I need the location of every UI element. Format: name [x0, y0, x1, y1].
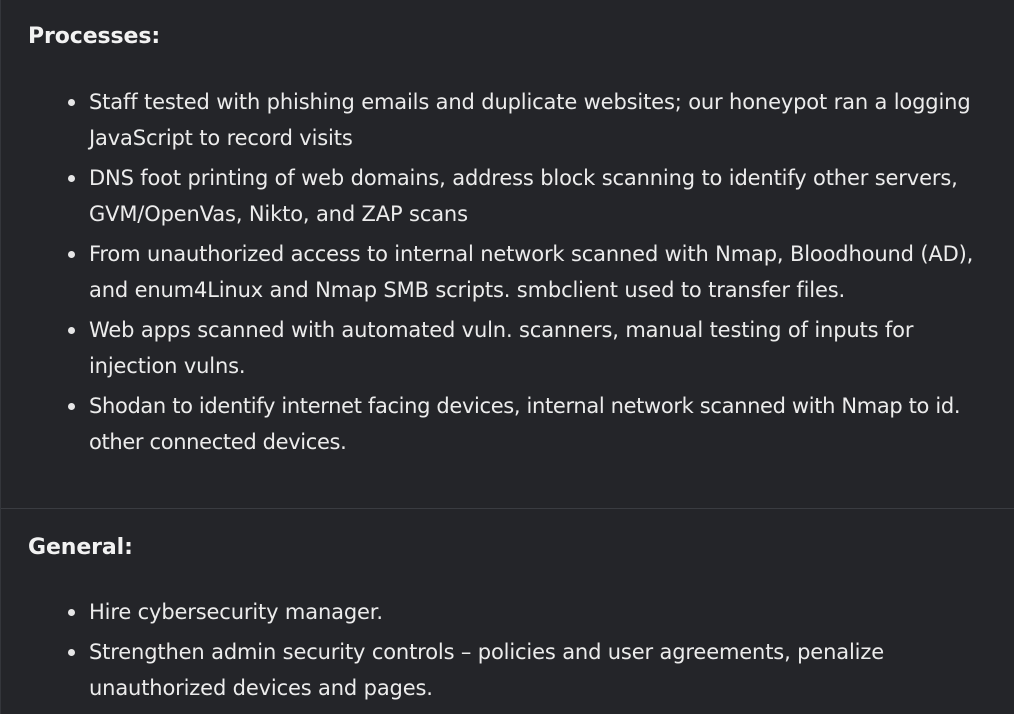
list-item: DNS foot printing of web domains, addres…: [1, 160, 1014, 232]
list-item-text: From unauthorized access to internal net…: [89, 242, 974, 302]
processes-heading: Processes:: [28, 24, 161, 49]
general-section: General: Hire cybersecurity manager. Str…: [1, 509, 1014, 714]
list-item: Web apps scanned with automated vuln. sc…: [1, 312, 1014, 384]
list-item-text: Staff tested with phishing emails and du…: [89, 90, 971, 150]
list-item-text: Web apps scanned with automated vuln. sc…: [89, 318, 914, 378]
bullet-icon: [68, 403, 75, 410]
list-item: Strengthen admin security controls – pol…: [1, 634, 1014, 706]
processes-section: Processes: Staff tested with phishing em…: [1, 0, 1014, 508]
bullet-icon: [68, 175, 75, 182]
general-heading: General:: [28, 535, 133, 560]
list-item: From unauthorized access to internal net…: [1, 236, 1014, 308]
processes-list: Staff tested with phishing emails and du…: [1, 84, 1014, 464]
bullet-icon: [68, 251, 75, 258]
bullet-icon: [68, 609, 75, 616]
bullet-icon: [68, 649, 75, 656]
list-item-text: Shodan to identify internet facing devic…: [89, 394, 961, 454]
list-item-text: DNS foot printing of web domains, addres…: [89, 166, 958, 226]
list-item: Shodan to identify internet facing devic…: [1, 388, 1014, 460]
document-page: Processes: Staff tested with phishing em…: [0, 0, 1014, 714]
list-item-text: Strengthen admin security controls – pol…: [89, 640, 884, 700]
bullet-icon: [68, 99, 75, 106]
list-item-text: Hire cybersecurity manager.: [89, 600, 383, 624]
list-item: Staff tested with phishing emails and du…: [1, 84, 1014, 156]
list-item: Hire cybersecurity manager.: [1, 594, 1014, 630]
bullet-icon: [68, 327, 75, 334]
general-list: Hire cybersecurity manager. Strengthen a…: [1, 594, 1014, 710]
